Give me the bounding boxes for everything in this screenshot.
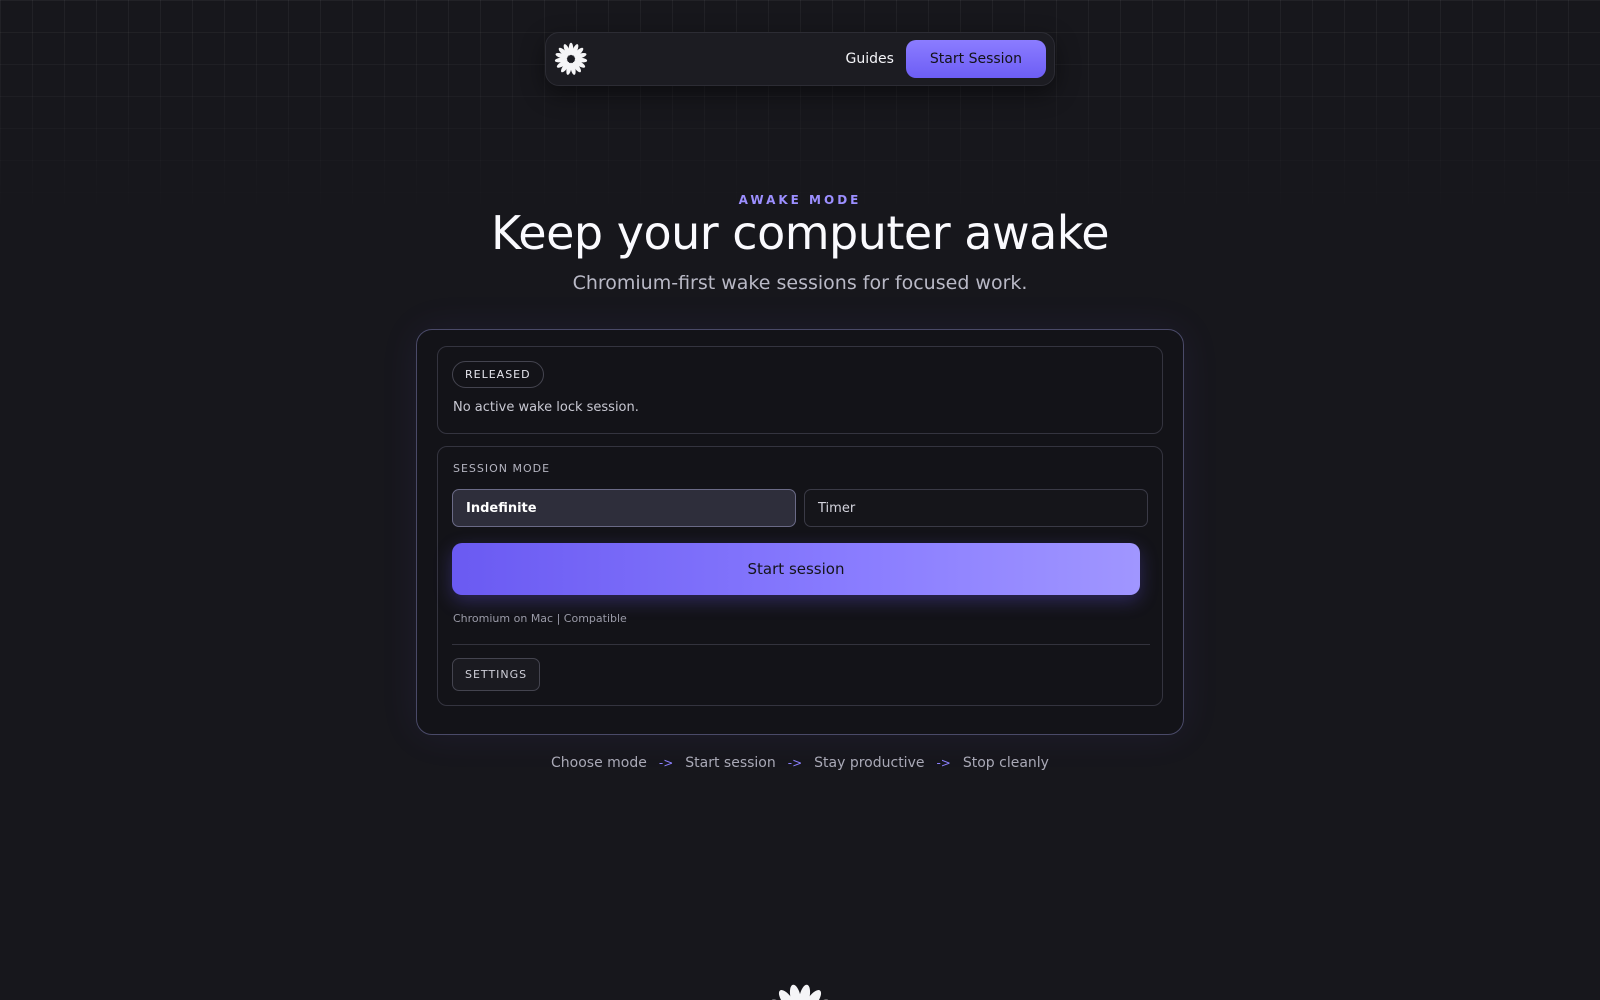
step-stop-cleanly: Stop cleanly [962,755,1049,771]
session-mode-panel: SESSION MODE Indefinite Timer Start sess… [437,446,1163,706]
session-card: RELEASED No active wake lock session. SE… [416,329,1184,735]
step-start-session: Start session [685,755,776,771]
hero-subtitle: Chromium-first wake sessions for focused… [572,272,1028,294]
start-session-button[interactable]: Start session [452,543,1140,595]
step-arrow-icon: -> [936,756,951,770]
nav-actions: Guides Start Session [846,40,1046,78]
mode-timer-button[interactable]: Timer [804,489,1148,527]
step-arrow-icon: -> [658,756,674,770]
mode-indefinite-button[interactable]: Indefinite [452,489,796,527]
guides-link[interactable]: Guides [846,51,894,67]
settings-button[interactable]: SETTINGS [452,658,541,691]
step-stay-productive: Stay productive [814,755,925,771]
hero-eyebrow: AWAKE MODE [738,193,862,207]
top-navbar: Guides Start Session [545,32,1055,86]
status-panel: RELEASED No active wake lock session. [437,346,1163,434]
step-choose-mode: Choose mode [551,755,647,771]
steps-flow: Choose mode -> Start session -> Stay pro… [0,755,1600,771]
nav-start-session-button[interactable]: Start Session [905,40,1046,78]
session-mode-label: SESSION MODE [453,462,551,475]
status-message: No active wake lock session. [453,400,639,415]
compatibility-text: Chromium on Mac | Compatible [453,612,627,625]
footer-flower-icon [765,982,835,1000]
page-title: Keep your computer awake [490,206,1110,260]
step-arrow-icon: -> [787,756,803,770]
flower-burst-icon[interactable] [553,41,589,77]
divider [452,644,1150,645]
status-badge: RELEASED [452,361,544,388]
